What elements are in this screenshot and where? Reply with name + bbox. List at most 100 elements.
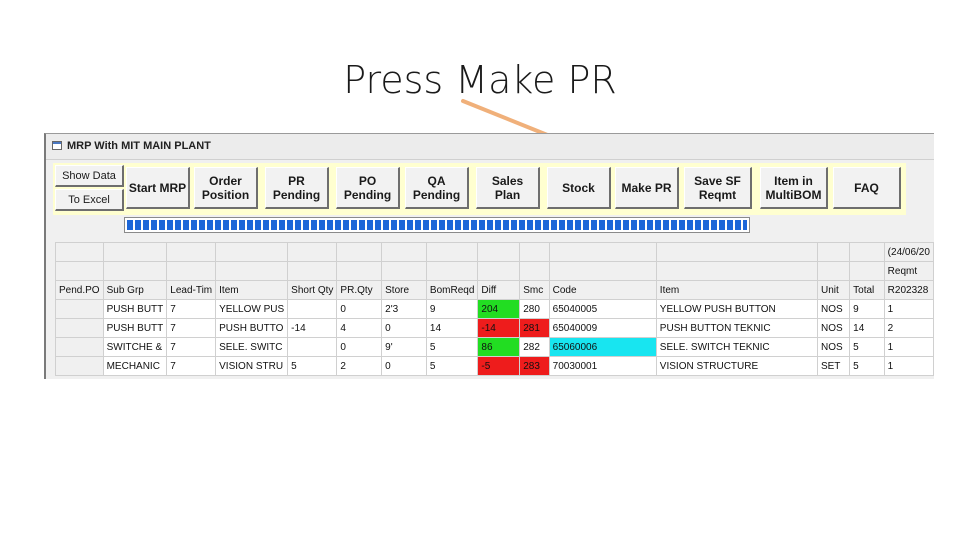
cell-short-qty[interactable]: -14 [287,318,338,338]
header-diff[interactable]: Diff [477,280,521,300]
cell-r202328[interactable]: 1 [883,337,934,357]
grid-date-cell: (24/06/20 [883,242,934,262]
header-pr-qty[interactable]: PR.Qty [336,280,383,300]
cell-code[interactable]: 65060006 [548,337,657,357]
qa-pending-button[interactable]: QA Pending [405,167,469,209]
cell-short-qty[interactable] [287,337,338,357]
cell-pr-qty[interactable]: 0 [336,337,383,357]
cell-sub-grp[interactable]: SWITCHE & [102,337,168,357]
show-data-button[interactable]: Show Data [55,165,124,187]
header-sub-grp[interactable]: Sub Grp [102,280,168,300]
to-excel-button[interactable]: To Excel [55,189,124,211]
cell-short-qty[interactable] [287,299,338,319]
cell-r202328[interactable]: 1 [883,299,934,319]
header-total[interactable]: Total [849,280,885,300]
cell-unit[interactable]: NOS [816,337,851,357]
cell-pr-qty[interactable]: 2 [336,356,383,376]
cell-diff[interactable]: 86 [477,337,521,357]
table-row[interactable]: MECHANIC 7 VISION STRU 5 2 0 5 -5 283 70030001 VIS… [55,356,934,376]
cell-pr-qty[interactable]: 4 [336,318,383,338]
cell-diff[interactable]: 204 [477,299,521,319]
cell-sub-grp[interactable]: MECHANIC [102,356,168,376]
cell-code[interactable]: 65040005 [548,299,657,319]
cell-bom-reqd[interactable]: 14 [425,318,479,338]
item-in-multibom-button[interactable]: Item in MultiBOM [760,167,828,209]
cell-unit[interactable]: NOS [816,318,851,338]
cell-smc[interactable]: 283 [519,356,550,376]
cell-lead-time[interactable]: 7 [166,318,217,338]
cell-lead-time[interactable]: 7 [166,299,217,319]
cell-code[interactable]: 70030001 [548,356,657,376]
header-smc[interactable]: Smc [519,280,550,300]
cell-store[interactable]: 0 [381,356,427,376]
stock-button[interactable]: Stock [547,167,611,209]
save-sf-reqmt-button[interactable]: Save SF Reqmt [684,167,752,209]
table-row[interactable]: PUSH BUTT 7 YELLOW PUS 0 2'3 9 204 280 65040005 Y… [55,299,934,319]
header-code[interactable]: Code [548,280,657,300]
cell-lead-time[interactable]: 7 [166,356,217,376]
cell-code[interactable]: 65040009 [548,318,657,338]
header-store[interactable]: Store [381,280,427,300]
cell-item[interactable]: YELLOW PUS [215,299,289,319]
cell-unit[interactable]: NOS [816,299,851,319]
cell-unit[interactable]: SET [816,356,851,376]
cell-bom-reqd[interactable]: 5 [425,337,479,357]
cell-pend-po[interactable] [55,356,104,376]
faq-button[interactable]: FAQ [833,167,901,209]
cell-item[interactable]: PUSH BUTTO [215,318,289,338]
sales-plan-button[interactable]: Sales Plan [476,167,540,209]
cell-pr-qty[interactable]: 0 [336,299,383,319]
header-item[interactable]: Item [215,280,289,300]
cell-smc[interactable]: 282 [519,337,550,357]
pr-pending-button[interactable]: PR Pending [265,167,329,209]
make-pr-button[interactable]: Make PR [615,167,679,209]
cell-item-desc[interactable]: VISION STRUCTURE [655,356,818,376]
header-short-qty[interactable]: Short Qty [287,280,338,300]
cell-pend-po[interactable] [55,299,104,319]
cell-bom-reqd[interactable]: 5 [425,356,479,376]
cell-smc[interactable]: 280 [519,299,550,319]
progress-bar [124,217,750,233]
cell-total[interactable]: 14 [849,318,885,338]
grid-top-row-2: Reqmt [55,261,934,281]
cell-item-desc[interactable]: YELLOW PUSH BUTTON [655,299,818,319]
cell-pend-po[interactable] [55,318,104,338]
cell-total[interactable]: 9 [849,299,885,319]
header-unit[interactable]: Unit [816,280,851,300]
cell-sub-grp[interactable]: PUSH BUTT [102,318,168,338]
grid-reqmt-cell: Reqmt [883,261,934,281]
slide-title: Press Make PR [343,58,617,102]
po-pending-button[interactable]: PO Pending [336,167,400,209]
cell-r202328[interactable]: 1 [883,356,934,376]
header-item-desc[interactable]: Item [655,280,818,300]
header-lead-time[interactable]: Lead-Tim [166,280,217,300]
cell-store[interactable]: 2'3 [381,299,427,319]
cell-diff[interactable]: -14 [477,318,521,338]
cell-item[interactable]: VISION STRU [215,356,289,376]
header-pend-po[interactable]: Pend.PO [55,280,104,300]
table-row[interactable]: SWITCHE & 7 SELE. SWITC 0 9' 5 86 282 65060006 SE… [55,337,934,357]
cell-r202328[interactable]: 2 [883,318,934,338]
cell-store[interactable]: 0 [381,318,427,338]
cell-diff[interactable]: -5 [477,356,521,376]
header-r202328[interactable]: R202328 [883,280,934,300]
cell-store[interactable]: 9' [381,337,427,357]
cell-total[interactable]: 5 [849,356,885,376]
app-icon [52,141,62,150]
start-mrp-button[interactable]: Start MRP [126,167,190,209]
progress-fill [127,220,747,230]
table-row[interactable]: PUSH BUTT 7 PUSH BUTTO -14 4 0 14 -14 281 6504000… [55,318,934,338]
cell-pend-po[interactable] [55,337,104,357]
cell-item-desc[interactable]: PUSH BUTTON TEKNIC [655,318,818,338]
cell-sub-grp[interactable]: PUSH BUTT [102,299,168,319]
cell-smc[interactable]: 281 [519,318,550,338]
cell-short-qty[interactable]: 5 [287,356,338,376]
cell-item-desc[interactable]: SELE. SWITCH TEKNIC [655,337,818,357]
header-bom-reqd[interactable]: BomReqd [425,280,479,300]
cell-total[interactable]: 5 [849,337,885,357]
cell-bom-reqd[interactable]: 9 [425,299,479,319]
order-position-button[interactable]: Order Position [194,167,258,209]
cell-item[interactable]: SELE. SWITC [215,337,289,357]
cell-lead-time[interactable]: 7 [166,337,217,357]
toolbar: Show Data To Excel Start MRP Order Posit… [53,163,906,215]
